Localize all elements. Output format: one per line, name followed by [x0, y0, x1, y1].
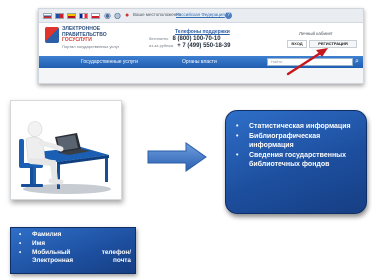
- search-input[interactable]: Найти: [267, 58, 353, 66]
- login-button[interactable]: ВХОД: [287, 40, 307, 48]
- data-item: Мобильный телефон/Электронная почта: [15, 249, 131, 267]
- logo[interactable]: ЭЛЕКТРОННОЕ ПРАВИТЕЛЬСТВО ГОСУСЛУГИ: [62, 26, 107, 44]
- info-item: Статистическая информация: [232, 122, 360, 132]
- support-phone: + 7 (499) 550-18-39: [177, 43, 231, 49]
- support-label: бесплатно: [149, 36, 169, 41]
- portal-screenshot: ◉ ◍ ● Ваше местоположение Российская Фед…: [38, 8, 364, 84]
- nav-item-services[interactable]: Государственные услуги: [81, 59, 138, 65]
- user-computer-card: [10, 100, 122, 200]
- info-item: Библиографическая информация: [232, 132, 360, 151]
- register-button[interactable]: РЕГИСТРАЦИЯ: [309, 40, 357, 48]
- location-label: Ваше местоположение: [133, 12, 182, 17]
- logo-tagline: Портал государственных услуг: [62, 44, 120, 49]
- sub-bar: [39, 68, 363, 83]
- eye-icon[interactable]: ◍: [114, 11, 121, 21]
- support-title[interactable]: Телефоны поддержки: [175, 29, 230, 35]
- computer-user-icon: [19, 121, 111, 194]
- flag-ru-icon[interactable]: [43, 13, 52, 19]
- flag-uk-icon[interactable]: [55, 13, 64, 19]
- nav-item-authorities[interactable]: Органы власти: [182, 59, 217, 65]
- location-pin-icon: ●: [125, 12, 130, 19]
- support-row: из-за рубежа + 7 (499) 550-18-39: [149, 43, 230, 49]
- flag-es-icon[interactable]: [67, 13, 76, 19]
- user-data-box: Фамилия Имя Мобильный телефон/Электронна…: [10, 227, 136, 274]
- search-icon[interactable]: ⌕: [355, 57, 359, 67]
- data-item: Фамилия: [15, 231, 131, 240]
- info-item: Сведения государственных библиотечных фо…: [232, 151, 360, 170]
- data-item: Имя: [15, 240, 131, 249]
- cabinet-label: Личный кабинет: [299, 31, 333, 36]
- location-link[interactable]: Российская Федерация: [176, 12, 225, 17]
- flag-fr-icon[interactable]: [79, 13, 88, 19]
- support-row: бесплатно 8 (800) 100-70-10: [149, 36, 221, 42]
- user-data-list: Фамилия Имя Мобильный телефон/Электронна…: [15, 231, 131, 266]
- logo-line: ГОСУСЛУГИ: [62, 37, 92, 43]
- info-list: Статистическая информация Библиографичес…: [232, 122, 360, 170]
- top-strip: ◉ ◍ ● Ваше местоположение Российская Фед…: [39, 9, 363, 23]
- flag-pl-icon[interactable]: [91, 13, 100, 19]
- help-icon[interactable]: ?: [225, 12, 232, 19]
- logo-emblem-icon[interactable]: [45, 27, 59, 43]
- arrow-right-icon: [147, 142, 207, 172]
- support-phone: 8 (800) 100-70-10: [172, 36, 221, 42]
- info-box: Статистическая информация Библиографичес…: [225, 110, 367, 214]
- accessibility-icon[interactable]: ◉: [104, 11, 111, 21]
- main-nav: Государственные услуги Органы власти Най…: [39, 56, 363, 68]
- support-label: из-за рубежа: [149, 43, 174, 48]
